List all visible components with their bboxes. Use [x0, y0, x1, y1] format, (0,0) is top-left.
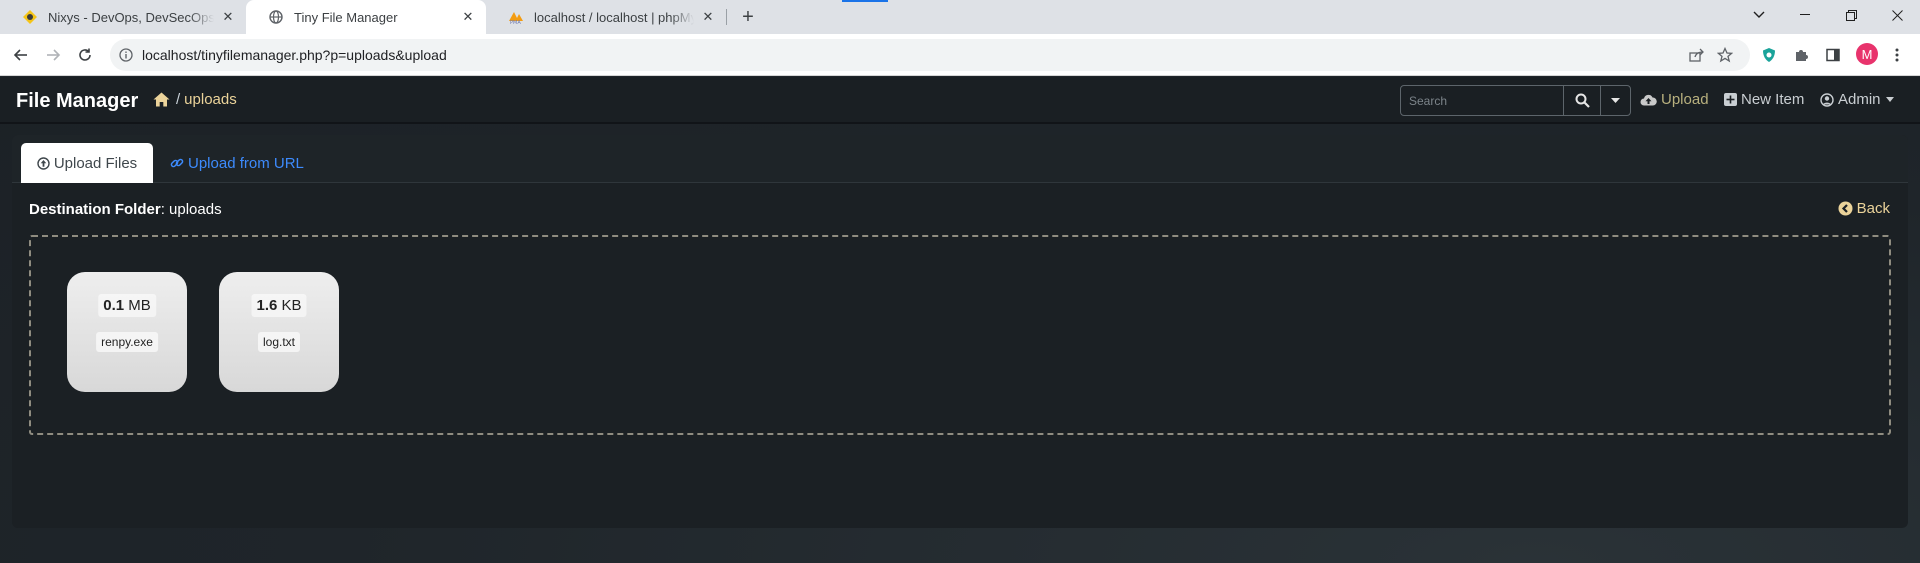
globe-icon — [268, 9, 284, 25]
file-size: 1.6 KB — [251, 294, 307, 317]
tab-upload-files[interactable]: Upload Files — [21, 143, 153, 183]
browser-tabstrip: Nixys - DevOps, DevSecOps, MLOps ✕ Tiny … — [0, 0, 1920, 34]
back-label: Back — [1856, 200, 1890, 217]
breadcrumb-separator: / — [176, 91, 181, 108]
file-preview-card[interactable]: 1.6 KB log.txt — [219, 272, 339, 392]
browser-tab-phpmyadmin[interactable]: PMA localhost / localhost | phpMyAdmin ✕ — [486, 0, 726, 34]
close-icon — [1891, 9, 1903, 21]
destination-colon: : — [160, 201, 170, 218]
reload-button[interactable] — [72, 42, 98, 68]
bookmark-star-icon[interactable] — [1716, 47, 1734, 63]
admin-label: Admin — [1838, 91, 1881, 108]
new-tab-button[interactable]: + — [736, 6, 760, 28]
minimize-icon — [1800, 14, 1810, 15]
tab-title: localhost / localhost | phpMyAdmin — [534, 9, 694, 25]
profile-avatar[interactable]: M — [1856, 43, 1878, 65]
file-name: log.txt — [257, 332, 301, 352]
destination-folder: Destination Folder: uploads — [29, 201, 222, 218]
tab-loading-indicator — [842, 0, 888, 2]
caret-down-icon — [1611, 98, 1621, 103]
extension-shield-icon[interactable] — [1756, 42, 1782, 68]
browser-tab-tiny-file-manager[interactable]: Tiny File Manager ✕ — [246, 0, 486, 34]
kebab-menu-icon — [1895, 48, 1899, 62]
destination-value: uploads — [169, 201, 222, 218]
plus-square-icon — [1724, 93, 1737, 106]
extensions-puzzle-icon[interactable] — [1788, 42, 1814, 68]
tab-title: Tiny File Manager — [294, 9, 398, 25]
upload-nav-link[interactable]: Upload — [1640, 91, 1709, 108]
link-icon — [170, 156, 184, 170]
browser-menu-button[interactable] — [1884, 42, 1910, 68]
admin-user-menu[interactable]: Admin — [1820, 91, 1894, 108]
file-preview-card[interactable]: 0.1 MB renpy.exe — [67, 272, 187, 392]
upload-panel: Upload Files Upload from URL Destination… — [12, 135, 1908, 528]
url-text: localhost/tinyfilemanager.php?p=uploads&… — [142, 47, 447, 63]
site-info-icon[interactable] — [118, 47, 134, 63]
tab-title: Nixys - DevOps, DevSecOps, MLOps — [48, 9, 214, 25]
browser-toolbar: localhost/tinyfilemanager.php?p=uploads&… — [0, 34, 1920, 76]
search-group — [1400, 85, 1631, 116]
app-navbar: File Manager / uploads Upload — [0, 77, 1920, 124]
phpmyadmin-logo-icon: PMA — [508, 9, 524, 25]
close-icon[interactable]: ✕ — [700, 9, 716, 25]
search-icon — [1575, 93, 1590, 108]
tab-upload-from-url[interactable]: Upload from URL — [170, 143, 304, 183]
tab-upload-files-label: Upload Files — [53, 154, 138, 172]
caret-down-icon — [1885, 97, 1894, 102]
breadcrumb-folder[interactable]: uploads — [184, 91, 237, 108]
search-input[interactable] — [1401, 86, 1563, 115]
chevron-down-icon — [1753, 11, 1765, 18]
close-icon[interactable]: ✕ — [460, 9, 476, 25]
restore-button[interactable] — [1828, 0, 1874, 30]
file-manager-app: File Manager / uploads Upload — [0, 77, 1920, 563]
search-button[interactable] — [1563, 86, 1600, 115]
search-options-dropdown[interactable] — [1600, 86, 1630, 115]
upload-tabs: Upload Files Upload from URL — [12, 135, 1908, 183]
nixys-logo-icon — [22, 9, 38, 25]
close-icon[interactable]: ✕ — [220, 9, 236, 25]
forward-nav-button[interactable] — [40, 42, 66, 68]
new-item-nav-link[interactable]: New Item — [1724, 91, 1804, 108]
cloud-upload-icon — [1640, 93, 1657, 106]
reload-icon — [79, 48, 91, 61]
back-link[interactable]: Back — [1838, 200, 1890, 217]
new-item-label: New Item — [1741, 91, 1805, 108]
arrow-left-icon — [13, 49, 27, 61]
chevron-circle-left-icon — [1838, 201, 1853, 216]
svg-text:PMA: PMA — [510, 20, 521, 25]
upload-label: Upload — [1661, 91, 1709, 108]
address-bar[interactable]: localhost/tinyfilemanager.php?p=uploads&… — [110, 39, 1750, 71]
arrow-right-icon — [47, 49, 61, 61]
close-window-button[interactable] — [1874, 0, 1920, 30]
home-icon[interactable] — [153, 92, 170, 107]
tab-search-button[interactable] — [1736, 0, 1782, 30]
brand-title[interactable]: File Manager — [16, 90, 138, 113]
user-circle-icon — [1820, 92, 1834, 107]
breadcrumb: / uploads — [153, 91, 237, 108]
upload-dropzone[interactable]: 0.1 MB renpy.exe 1.6 KB log.txt — [29, 235, 1891, 435]
restore-icon — [1845, 9, 1857, 21]
arrow-circle-up-icon — [37, 156, 50, 170]
side-panel-icon[interactable] — [1820, 42, 1846, 68]
back-nav-button[interactable] — [8, 42, 34, 68]
file-name: renpy.exe — [96, 332, 158, 352]
tab-upload-from-url-label: Upload from URL — [188, 154, 304, 172]
destination-label: Destination Folder — [29, 201, 161, 218]
file-size: 0.1 MB — [98, 294, 156, 317]
share-icon[interactable] — [1688, 47, 1706, 63]
minimize-button[interactable] — [1782, 0, 1828, 30]
browser-tab-nixys[interactable]: Nixys - DevOps, DevSecOps, MLOps ✕ — [0, 0, 246, 34]
tab-separator — [726, 9, 727, 25]
